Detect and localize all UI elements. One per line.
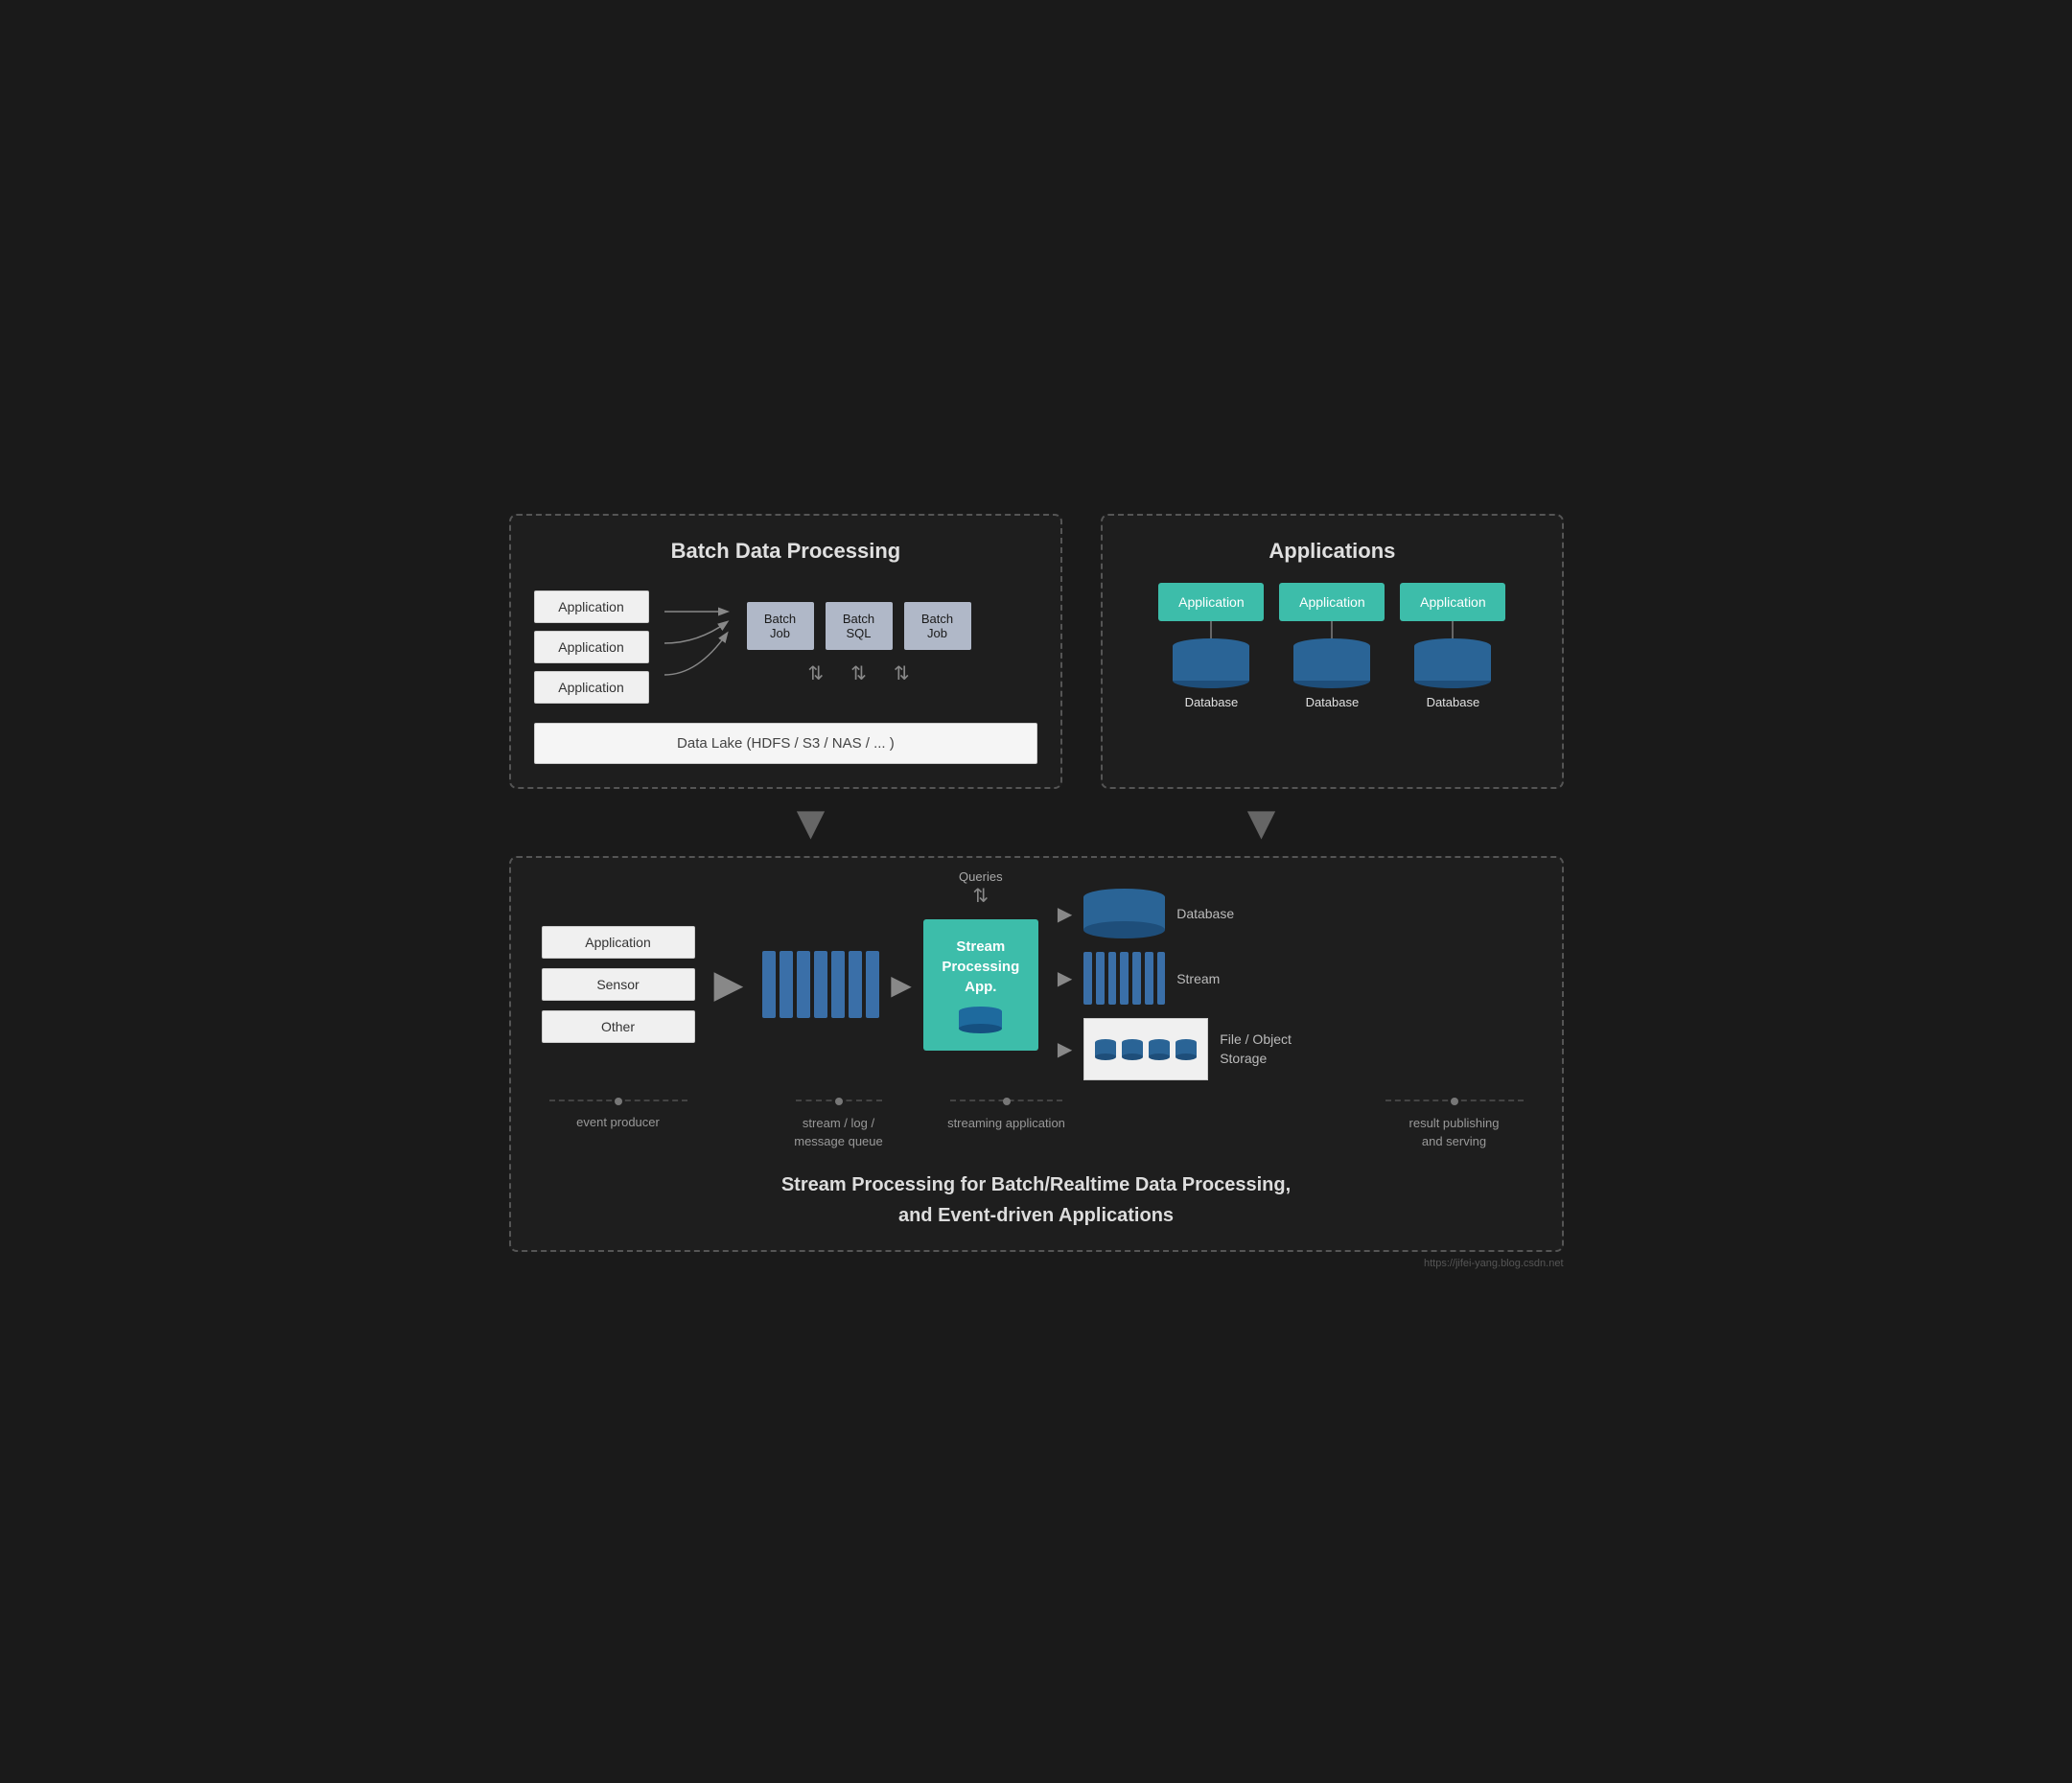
app-teal-2: Application xyxy=(1279,583,1385,621)
mini-db xyxy=(939,1007,1023,1033)
batch-sql-1: BatchSQL xyxy=(826,602,893,650)
label-result-publishing: result publishingand serving xyxy=(1378,1100,1531,1149)
data-lake: Data Lake (HDFS / S3 / NAS / ... ) xyxy=(534,723,1038,764)
batch-jobs-col: BatchJob BatchSQL BatchJob ⇅ ⇅ ⇅ xyxy=(747,602,971,685)
batch-jobs-top: BatchJob BatchSQL BatchJob xyxy=(747,602,971,650)
stream-log-label: stream / log /message queue xyxy=(794,1115,883,1149)
batch-full: Application Application Application xyxy=(534,583,1038,764)
connector-2 xyxy=(1331,621,1333,638)
url-text: https://jifei-yang.blog.csdn.net xyxy=(509,1258,1564,1269)
bottom-title: Stream Processing for Batch/Realtime Dat… xyxy=(542,1169,1531,1231)
output-queue-icon xyxy=(1083,952,1165,1005)
batch-job-1: BatchJob xyxy=(747,602,814,650)
down-arrows-row: ▼ ▼ xyxy=(509,799,1564,846)
output-row-stream: ▶ Stream xyxy=(1058,952,1292,1005)
apps-inner: Application Database Application xyxy=(1126,583,1538,709)
apps-row: Application Database Application xyxy=(1158,583,1505,709)
batch-sources: Application Application Application xyxy=(534,590,649,704)
output-row-db: ▶ Database xyxy=(1058,889,1292,938)
down-arrow-right: ▼ xyxy=(1238,799,1286,846)
app-group-1: Application Database xyxy=(1158,583,1264,709)
batch-source-3: Application xyxy=(534,671,649,704)
bottom-box: Application Sensor Other ▶ ▶ Q xyxy=(509,856,1564,1251)
db-label-2: Database xyxy=(1306,695,1360,709)
stream-proc-box: StreamProcessingApp. xyxy=(923,919,1038,1051)
batch-source-1: Application xyxy=(534,590,649,623)
connector-1 xyxy=(1210,621,1212,638)
batch-arrows-svg xyxy=(664,595,732,691)
stream-source-sensor: Sensor xyxy=(542,968,695,1001)
event-producer-label: event producer xyxy=(576,1115,660,1129)
app-group-3: Application Database xyxy=(1400,583,1505,709)
label-event-producer: event producer xyxy=(542,1100,695,1149)
stream-diagram: Application Sensor Other ▶ ▶ Q xyxy=(542,889,1531,1080)
queries-label: Queries ⇅ xyxy=(959,869,1003,908)
result-publishing-label: result publishingand serving xyxy=(1409,1115,1500,1149)
batch-double-arrows: ⇅ ⇅ ⇅ xyxy=(807,661,909,685)
batch-title: Batch Data Processing xyxy=(534,539,1038,564)
output-db-icon xyxy=(1083,889,1165,938)
outputs-area: ▶ Database ▶ xyxy=(1058,889,1292,1080)
app-teal-1: Application xyxy=(1158,583,1264,621)
output-label-db: Database xyxy=(1176,906,1234,921)
app-teal-3: Application xyxy=(1400,583,1505,621)
stream-source-app: Application xyxy=(542,926,695,959)
sources-col: Application Sensor Other xyxy=(542,926,695,1043)
output-label-stream: Stream xyxy=(1176,971,1220,986)
batch-source-2: Application xyxy=(534,631,649,663)
queue-icon xyxy=(762,951,879,1018)
batch-top-row: Application Application Application xyxy=(534,583,1038,704)
main-container: Batch Data Processing Application Applic… xyxy=(509,514,1564,1268)
apps-box: Applications Application Database xyxy=(1101,514,1563,789)
file-storage-icon xyxy=(1083,1018,1208,1080)
db-3 xyxy=(1414,638,1491,691)
labels-section: event producer stream / log /message que… xyxy=(542,1100,1531,1149)
apps-title: Applications xyxy=(1126,539,1538,564)
thin-arrow-1: ▶ xyxy=(891,969,912,1001)
stream-proc-wrapper: Queries ⇅ StreamProcessingApp. xyxy=(923,919,1038,1051)
db-1 xyxy=(1173,638,1249,691)
connector-3 xyxy=(1452,621,1454,638)
batch-job-2: BatchJob xyxy=(904,602,971,650)
streaming-app-label: streaming application xyxy=(947,1115,1065,1132)
output-row-file: ▶ xyxy=(1058,1018,1292,1080)
db-2 xyxy=(1293,638,1370,691)
label-streaming-app: streaming application xyxy=(944,1100,1069,1149)
down-arrow-left: ▼ xyxy=(787,799,835,846)
stream-source-other: Other xyxy=(542,1010,695,1043)
db-label-1: Database xyxy=(1185,695,1239,709)
label-stream-log: stream / log /message queue xyxy=(791,1100,887,1149)
batch-box: Batch Data Processing Application Applic… xyxy=(509,514,1063,789)
app-group-2: Application Database xyxy=(1279,583,1385,709)
top-row: Batch Data Processing Application Applic… xyxy=(509,514,1564,789)
db-label-3: Database xyxy=(1427,695,1480,709)
output-label-file: File / ObjectStorage xyxy=(1220,1030,1292,1068)
fat-arrow-1: ▶ xyxy=(714,962,744,1007)
